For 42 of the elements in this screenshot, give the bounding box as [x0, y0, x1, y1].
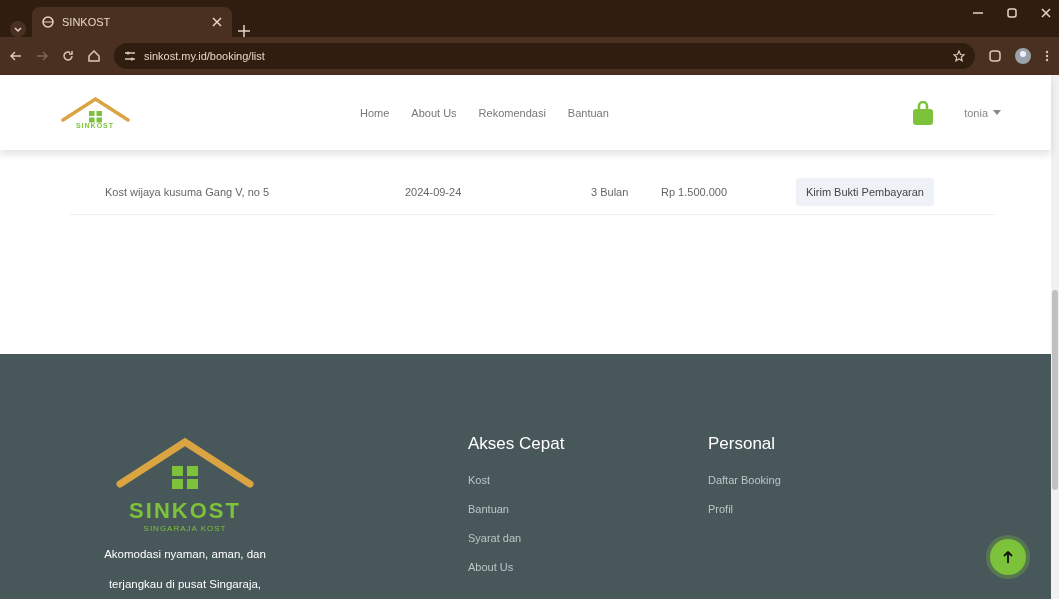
profile-avatar-icon[interactable] — [1015, 48, 1031, 64]
logo-text: SINKOST — [129, 498, 241, 524]
browser-tab[interactable]: SINKOST — [32, 7, 232, 37]
more-menu-icon[interactable] — [1045, 50, 1049, 62]
reload-icon[interactable] — [62, 50, 74, 62]
user-menu[interactable]: tonia — [964, 106, 1001, 119]
address-bar[interactable]: sinkost.my.id/booking/list — [114, 43, 975, 69]
scrollbar[interactable] — [1051, 75, 1059, 599]
footer-heading: Personal — [708, 434, 777, 454]
globe-icon — [42, 16, 54, 28]
url-text: sinkost.my.id/booking/list — [144, 50, 265, 62]
site-settings-icon — [124, 50, 136, 62]
restore-icon[interactable] — [1007, 8, 1017, 18]
booking-price: Rp 1.500.000 — [661, 186, 729, 199]
footer-link[interactable]: Kost — [468, 466, 708, 495]
site-description: Akomodasi nyaman, aman, dan terjangkau di pusat Singaraja, — [104, 547, 266, 592]
footer-link[interactable]: About Us — [468, 553, 708, 582]
nav-link[interactable]: Bantuan — [567, 106, 609, 119]
nav-link[interactable]: About Us — [411, 106, 457, 119]
close-icon[interactable] — [1041, 8, 1051, 18]
booking-duration: 3 Bulan — [591, 186, 630, 199]
home-icon[interactable] — [88, 50, 100, 62]
user-name: tonia — [964, 106, 988, 119]
footer-link[interactable]: Syarat dan — [468, 524, 708, 553]
caret-icon — [993, 110, 1001, 116]
nav-link[interactable]: Home — [360, 106, 390, 119]
footer-link[interactable]: Profil — [708, 495, 1051, 524]
footer-link[interactable]: Bantuan — [468, 495, 708, 524]
plus-icon[interactable] — [238, 25, 250, 37]
kost-name: Kost wijaya kusuma Gang V, no 5 — [105, 186, 271, 199]
bookmark-star-icon[interactable] — [953, 50, 965, 62]
tab-title: SINKOST — [62, 16, 112, 28]
close-icon[interactable] — [212, 17, 222, 27]
booking-date: 2024-09-24 — [405, 186, 463, 199]
send-payment-proof-button[interactable]: Kirim Bukti Pembayaran — [796, 178, 934, 207]
logo-subtitle: SINGARAJA KOST — [143, 524, 227, 533]
nav-link[interactable]: Rekomendasi — [478, 106, 546, 119]
tab-list-icon[interactable] — [10, 21, 26, 37]
footer-heading: Akses Cepat — [468, 434, 566, 454]
up-arrow-icon — [1003, 551, 1013, 563]
footer-link[interactable]: Daftar Booking — [708, 466, 1051, 495]
back-arrow-icon[interactable] — [10, 50, 22, 62]
